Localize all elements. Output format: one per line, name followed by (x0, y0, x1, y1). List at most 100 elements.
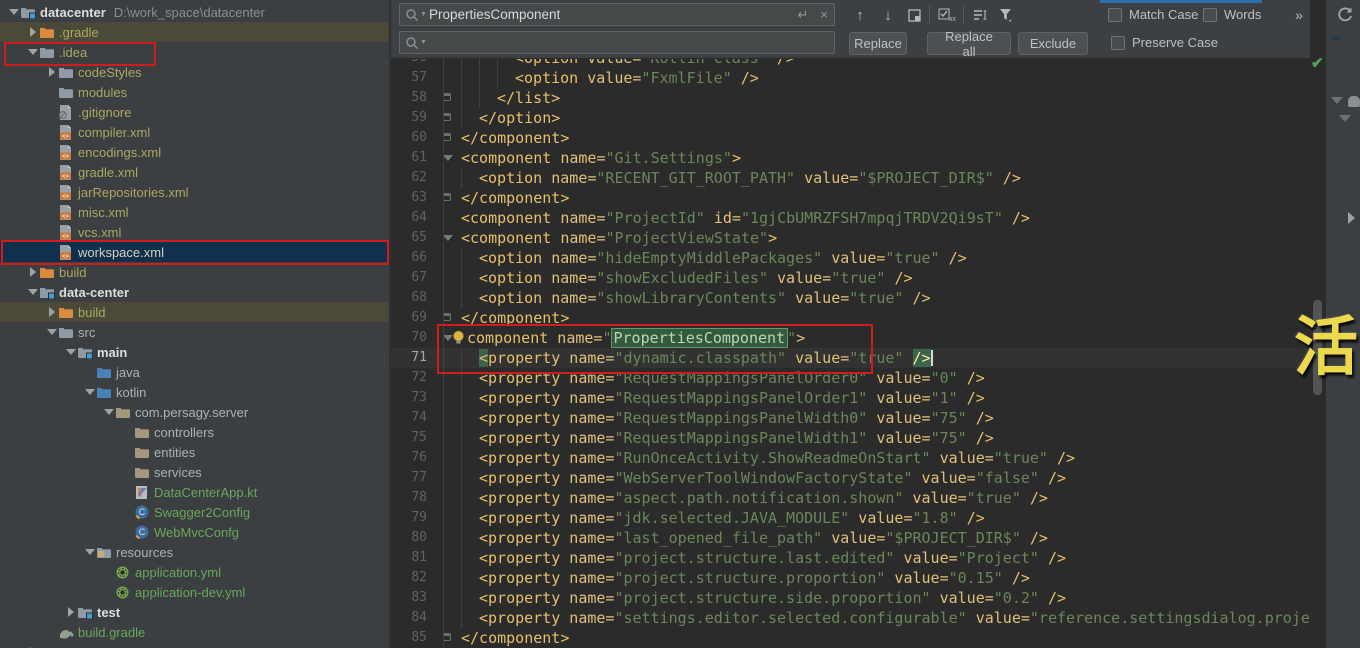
code-line-81[interactable]: 81<property name="project.structure.last… (391, 548, 1310, 568)
tree-item-build.gradle[interactable]: build.gradle (0, 622, 391, 642)
code-line-78[interactable]: 78<property name="aspect.path.notificati… (391, 488, 1310, 508)
chevron-down-icon[interactable] (1330, 36, 1342, 43)
replace-field[interactable]: ▼ (399, 31, 835, 54)
tree-item-.gitignore[interactable]: .gitignore (0, 102, 391, 122)
expand-right-arrow-icon[interactable] (1348, 212, 1355, 224)
code-line-84[interactable]: 84<property name="settings.editor.select… (391, 608, 1310, 628)
clear-search-icon[interactable]: × (820, 7, 828, 22)
code-line-85[interactable]: 85</component> (391, 628, 1310, 648)
tree-item-services[interactable]: services (0, 462, 391, 482)
more-options-chevron-icon[interactable]: » (1289, 3, 1309, 27)
tree-item-partial[interactable] (0, 642, 391, 648)
chevron-right-icon[interactable] (46, 66, 58, 78)
filter-search-icon[interactable] (995, 3, 1017, 27)
newline-icon[interactable]: ↵ (798, 7, 809, 23)
notification-icon[interactable] (1348, 96, 1360, 107)
code-line-82[interactable]: 82<property name="project.structure.prop… (391, 568, 1310, 588)
chevron-down-icon[interactable] (103, 406, 115, 418)
multiline-search-icon[interactable] (969, 3, 991, 27)
tree-item-entities[interactable]: entities (0, 442, 391, 462)
previous-occurrence-icon[interactable]: ↑ (849, 3, 871, 27)
tree-item-main[interactable]: main (0, 342, 391, 362)
code-line-77[interactable]: 77<property name="WebServerToolWindowFac… (391, 468, 1310, 488)
tree-item-workspace.xml[interactable]: <>workspace.xml (0, 242, 391, 262)
chevron-right-icon[interactable] (27, 26, 39, 38)
chevron-down-icon[interactable] (84, 546, 96, 558)
tree-item-.gradle[interactable]: .gradle (0, 22, 391, 42)
tree-item-.idea[interactable]: .idea (0, 42, 391, 62)
tree-item-data-center[interactable]: data-center (0, 282, 391, 302)
open-in-find-window-icon[interactable] (904, 3, 924, 27)
code-line-64[interactable]: 64<component name="ProjectId" id="1gjCbU… (391, 208, 1310, 228)
close-find-bar-icon[interactable]: × (1309, 3, 1310, 27)
checkbox-box[interactable] (1111, 36, 1125, 50)
code-line-57[interactable]: 57<option value="FxmlFile" /> (391, 68, 1310, 88)
code-line-80[interactable]: 80<property name="last_opened_file_path"… (391, 528, 1310, 548)
replace-button[interactable]: Replace (849, 32, 907, 55)
match-case-checkbox[interactable]: Match Case (1108, 7, 1198, 22)
tree-item-test[interactable]: test (0, 602, 391, 622)
tree-item-encodings.xml[interactable]: <>encodings.xml (0, 142, 391, 162)
code-line-60[interactable]: 60</component> (391, 128, 1310, 148)
code-line-73[interactable]: 73<property name="RequestMappingsPanelOr… (391, 388, 1310, 408)
code-line-70[interactable]: 70component name="PropertiesComponent"> (391, 328, 1310, 348)
tree-item-jarRepositories.xml[interactable]: <>jarRepositories.xml (0, 182, 391, 202)
tree-item-application-dev.yml[interactable]: application-dev.yml (0, 582, 391, 602)
chevron-right-icon[interactable] (27, 266, 39, 278)
code-line-83[interactable]: 83<property name="project.structure.side… (391, 588, 1310, 608)
tree-item-misc.xml[interactable]: <>misc.xml (0, 202, 391, 222)
code-line-61[interactable]: 61<component name="Git.Settings"> (391, 148, 1310, 168)
tree-item-resources[interactable]: resources (0, 542, 391, 562)
select-all-occurrences-icon[interactable]: xx (935, 3, 959, 27)
chevron-down-icon[interactable] (84, 386, 96, 398)
replace-magnifier-icon[interactable]: ▼ (405, 36, 427, 50)
chevron-right-icon[interactable] (46, 306, 58, 318)
preserve-case-checkbox[interactable]: Preserve Case (1111, 35, 1218, 50)
search-magnifier-icon[interactable]: ▼ (405, 8, 427, 22)
chevron-down-icon[interactable] (65, 346, 77, 358)
chevron-down-icon[interactable] (1339, 115, 1351, 122)
code-line-65[interactable]: 65<component name="ProjectViewState"> (391, 228, 1310, 248)
tree-item-src[interactable]: src (0, 322, 391, 342)
tree-item-datacenter[interactable]: datacenterD:\work_space\datacenter (0, 2, 391, 22)
tree-item-Swagger2Config[interactable]: CSwagger2Config (0, 502, 391, 522)
code-line-74[interactable]: 74<property name="RequestMappingsPanelWi… (391, 408, 1310, 428)
chevron-down-icon[interactable] (27, 46, 39, 58)
tree-item-modules[interactable]: modules (0, 82, 391, 102)
replace-input[interactable] (429, 35, 834, 50)
code-line-71[interactable]: 71<property name="dynamic.classpath" val… (391, 348, 1310, 368)
code-line-68[interactable]: 68<option name="showLibraryContents" val… (391, 288, 1310, 308)
code-line-62[interactable]: 62<option name="RECENT_GIT_ROOT_PATH" va… (391, 168, 1310, 188)
chevron-down-icon[interactable] (27, 286, 39, 298)
chevron-down-icon[interactable] (1331, 97, 1343, 104)
checkbox-box[interactable] (1108, 8, 1122, 22)
checkbox-box[interactable] (1203, 8, 1217, 22)
exclude-button[interactable]: Exclude (1018, 32, 1088, 55)
tree-item-vcs.xml[interactable]: <>vcs.xml (0, 222, 391, 242)
chevron-down-icon[interactable] (8, 6, 20, 18)
tree-item-com.persagy.server[interactable]: com.persagy.server (0, 402, 391, 422)
tree-item-compiler.xml[interactable]: <>compiler.xml (0, 122, 391, 142)
search-input[interactable] (429, 7, 792, 22)
code-line-75[interactable]: 75<property name="RequestMappingsPanelWi… (391, 428, 1310, 448)
code-line-76[interactable]: 76<property name="RunOnceActivity.ShowRe… (391, 448, 1310, 468)
code-area[interactable]: 56<option value="Kotlin Class" />57<opti… (391, 0, 1310, 648)
code-line-59[interactable]: 59</option> (391, 108, 1310, 128)
search-field[interactable]: ▼ ↵ × (399, 3, 835, 26)
tree-item-kotlin[interactable]: kotlin (0, 382, 391, 402)
code-line-58[interactable]: 58</list> (391, 88, 1310, 108)
chevron-right-icon[interactable] (65, 606, 77, 618)
refresh-icon[interactable] (1335, 5, 1355, 30)
code-line-66[interactable]: 66<option name="hideEmptyMiddlePackages"… (391, 248, 1310, 268)
tree-item-java[interactable]: java (0, 362, 391, 382)
tree-item-codeStyles[interactable]: codeStyles (0, 62, 391, 82)
tree-item-controllers[interactable]: controllers (0, 422, 391, 442)
code-line-67[interactable]: 67<option name="showExcludedFiles" value… (391, 268, 1310, 288)
next-occurrence-icon[interactable]: ↓ (877, 3, 899, 27)
code-line-69[interactable]: 69</component> (391, 308, 1310, 328)
code-line-79[interactable]: 79<property name="jdk.selected.JAVA_MODU… (391, 508, 1310, 528)
code-line-63[interactable]: 63</component> (391, 188, 1310, 208)
code-line-72[interactable]: 72<property name="RequestMappingsPanelOr… (391, 368, 1310, 388)
replace-all-button[interactable]: Replace all (927, 32, 1011, 55)
tree-item-WebMvcConfg[interactable]: CWebMvcConfg (0, 522, 391, 542)
